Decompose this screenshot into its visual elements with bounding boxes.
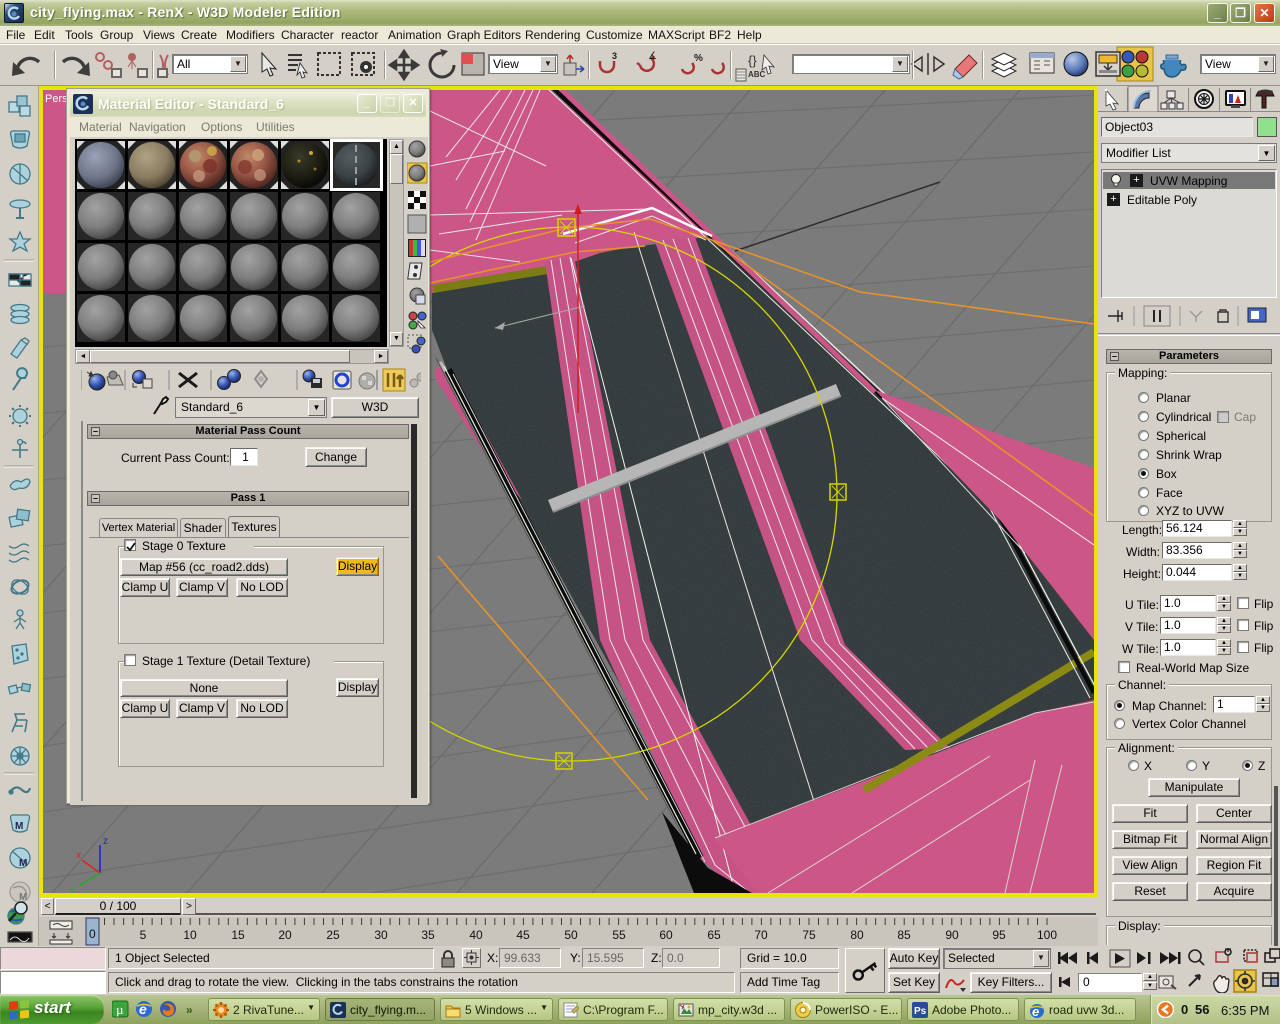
svg-text:100: 100 [1037,928,1057,942]
svg-text:Ps: Ps [914,1006,927,1017]
svg-text:75: 75 [802,928,816,942]
svg-text:{}: {} [748,53,757,68]
svg-text:95: 95 [992,928,1006,942]
svg-text:»: » [186,1003,193,1017]
svg-text:40: 40 [469,928,483,942]
svg-text:85: 85 [897,928,911,942]
svg-text:55: 55 [612,928,626,942]
svg-text:45: 45 [516,928,530,942]
svg-text:35: 35 [421,928,435,942]
svg-text:80: 80 [850,928,864,942]
svg-text:Pers: Pers [45,93,68,105]
svg-text:90: 90 [945,928,959,942]
svg-text:10: 10 [183,928,197,942]
svg-text:3: 3 [612,51,617,61]
svg-text:µ: µ [116,1002,124,1017]
svg-text:0: 0 [89,927,96,941]
svg-text:e: e [139,1001,147,1017]
svg-text:∡: ∡ [648,51,657,62]
svg-text:70: 70 [754,928,768,942]
svg-text:x: x [76,850,81,861]
svg-text:y: y [70,885,75,893]
svg-text:20: 20 [278,928,292,942]
svg-text:50: 50 [564,928,578,942]
svg-text:%: % [694,53,703,64]
svg-text:60: 60 [659,928,673,942]
svg-text:5: 5 [140,928,147,942]
svg-text:25: 25 [326,928,340,942]
svg-text:z: z [103,836,108,847]
svg-text:M: M [19,858,27,869]
svg-text:ABC: ABC [748,70,766,79]
svg-text:M: M [15,821,23,832]
svg-text:30: 30 [374,928,388,942]
svg-text:65: 65 [707,928,721,942]
svg-text:15: 15 [231,928,245,942]
